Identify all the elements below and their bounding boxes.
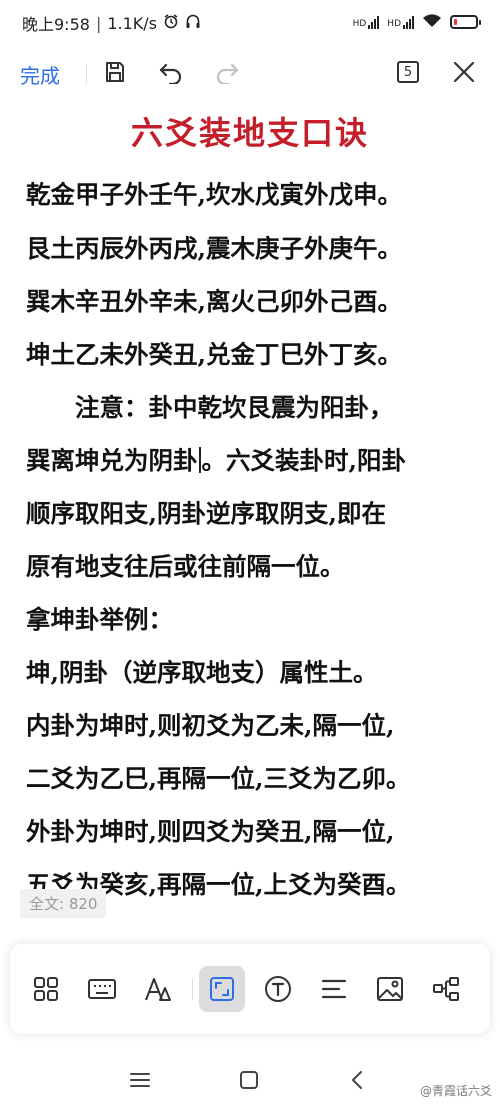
line-text-before-cursor: 巽离坤兑为阴卦	[26, 446, 198, 475]
page-count: 5	[397, 61, 419, 83]
document-line[interactable]: 内卦为坤时,则初爻为乙未,隔一位,	[26, 707, 395, 742]
document-line[interactable]: 注意：卦中乾坎艮震为阳卦，	[26, 389, 394, 424]
document-line[interactable]: 原有地支往后或往前隔一位。	[26, 548, 345, 583]
image-icon[interactable]	[367, 966, 413, 1012]
status-time: 晚上9:58	[22, 15, 90, 34]
menu-icon[interactable]	[128, 1068, 152, 1092]
document-line[interactable]: 坤,阴卦（逆序取地支）属性土。	[26, 654, 378, 689]
page-count-icon[interactable]: 5	[394, 58, 422, 86]
document-line[interactable]: 艮土丙辰外丙戌,震木庚子外庚午。	[26, 230, 402, 265]
document-line[interactable]: 巽木辛丑外辛未,离火己卯外己酉。	[26, 283, 402, 318]
system-nav-bar	[0, 1046, 500, 1111]
editor-toolbar: 完成 5	[0, 44, 500, 100]
redo-icon[interactable]	[213, 58, 241, 86]
status-bar: 晚上9:58 | 1.1K/s HD HD	[0, 0, 500, 44]
text-icon[interactable]	[255, 966, 301, 1012]
document-line-with-cursor[interactable]: 巽离坤兑为阴卦 。六爻装卦时,阳卦	[26, 442, 406, 477]
network-speed: 1.1K/s	[107, 13, 157, 33]
status-right: HD HD	[353, 12, 481, 31]
line-text-after-cursor: 。六爻装卦时,阳卦	[201, 446, 407, 475]
document-line[interactable]: 二爻为乙巳,再隔一位,三爻为乙卯。	[26, 760, 411, 795]
text-style-icon[interactable]	[135, 966, 181, 1012]
edit-toolbar	[10, 944, 490, 1034]
watermark: @青霞话六爻	[419, 1084, 492, 1098]
back-icon[interactable]	[345, 1068, 369, 1092]
battery-level	[454, 18, 457, 25]
home-icon[interactable]	[237, 1068, 261, 1092]
battery-icon	[450, 14, 481, 29]
text-cursor	[198, 447, 201, 473]
hd-label-1: HD	[352, 18, 367, 29]
signal-icon	[368, 15, 380, 29]
word-count-badge: 全文: 820	[20, 889, 107, 918]
undo-icon[interactable]	[157, 58, 185, 86]
apps-icon[interactable]	[23, 966, 69, 1012]
wifi-icon	[422, 12, 442, 31]
alarm-icon	[163, 13, 179, 33]
keyboard-icon[interactable]	[79, 966, 125, 1012]
hd-signal-2: HD	[387, 15, 414, 29]
document-line[interactable]: 顺序取阳支,阴卦逆序取阴支,即在	[26, 495, 386, 530]
document-title[interactable]: 六爻装地支口诀	[0, 108, 500, 154]
document-line[interactable]: 外卦为坤时,则四爻为癸丑,隔一位,	[26, 813, 395, 848]
save-icon[interactable]	[101, 58, 129, 86]
status-left: 晚上9:58 | 1.1K/s	[22, 11, 201, 35]
headphones-icon	[185, 13, 201, 33]
hd-signal-1: HD	[353, 15, 380, 29]
signal-icon	[403, 15, 414, 29]
editbar-divider	[192, 978, 193, 1000]
document-line[interactable]: 拿坤卦举例：	[26, 601, 173, 636]
document-line[interactable]: 坤土乙未外癸丑,兑金丁巳外丁亥。	[26, 336, 402, 371]
close-icon[interactable]	[450, 58, 478, 86]
status-separator: |	[95, 13, 102, 33]
mindmap-icon[interactable]	[423, 966, 469, 1012]
hd-label-2: HD	[387, 18, 401, 29]
crop-icon[interactable]	[199, 966, 245, 1012]
toolbar-divider	[86, 64, 87, 84]
done-button[interactable]: 完成	[20, 60, 60, 89]
document-line[interactable]: 乾金甲子外壬午,坎水戊寅外戊申。	[26, 176, 402, 211]
align-icon[interactable]	[311, 966, 357, 1012]
